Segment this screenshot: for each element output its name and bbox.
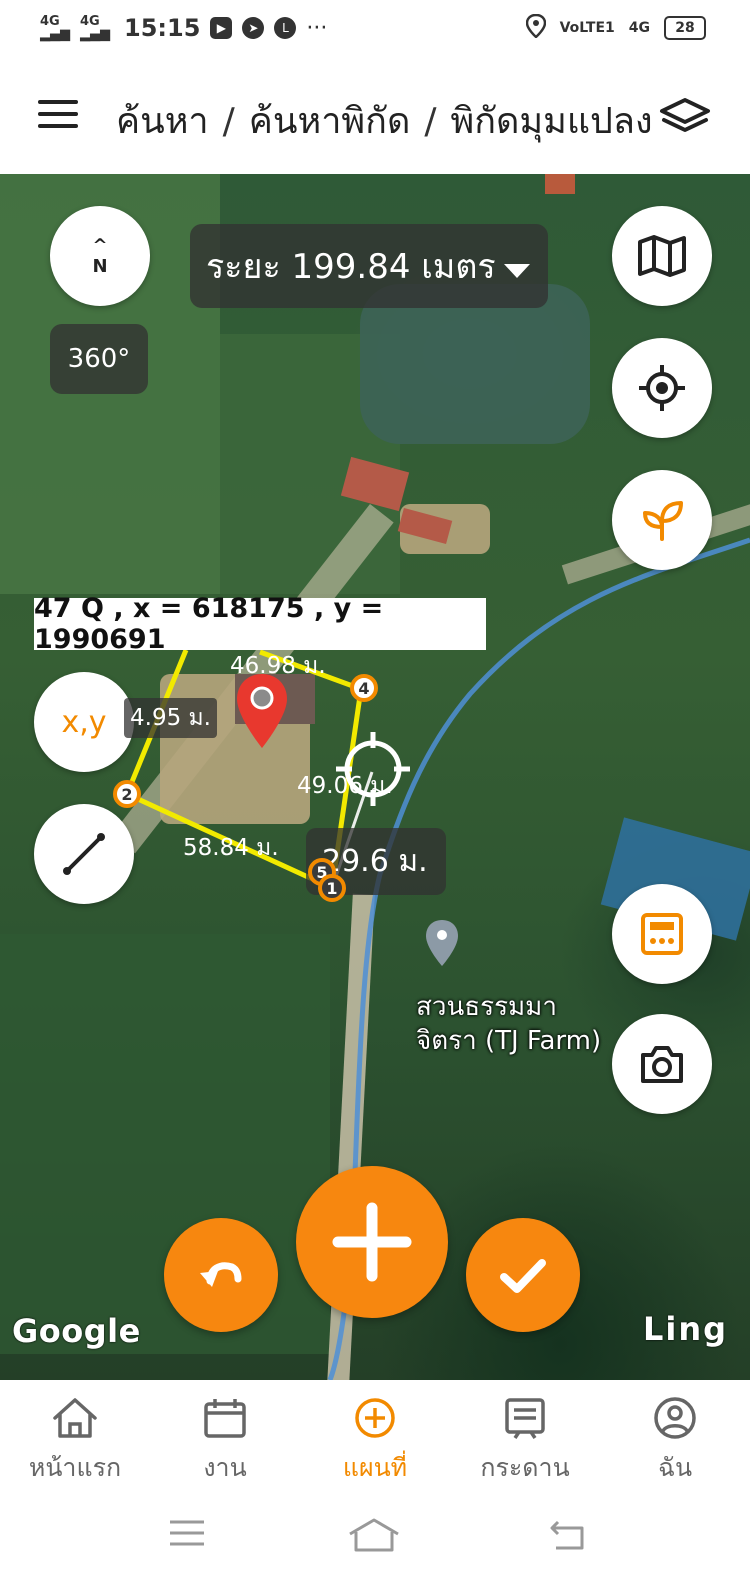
profile-icon [654, 1397, 696, 1439]
nav-board-label: กระดาน [480, 1453, 570, 1482]
confirm-button[interactable] [466, 1218, 580, 1332]
ling-logo: Ling [642, 1310, 728, 1348]
add-point-button[interactable] [296, 1166, 448, 1318]
board-icon [505, 1398, 545, 1439]
calculator-icon [641, 913, 683, 955]
coordinate-label: 47 Q , x = 618175 , y = 1990691 [34, 593, 486, 655]
home-icon [53, 1398, 97, 1438]
location-marker-icon[interactable] [234, 672, 290, 750]
nav-me[interactable]: ฉัน [600, 1380, 750, 1494]
lazada-icon: L [274, 17, 297, 39]
recent-apps-icon[interactable] [168, 1518, 206, 1548]
compass-label: N [92, 256, 108, 277]
plant-button[interactable] [612, 470, 712, 570]
crosshair-location-icon [639, 365, 685, 411]
add-circle-icon [355, 1398, 395, 1438]
location-icon [525, 13, 546, 42]
calculator-button[interactable] [612, 884, 712, 984]
dropdown-caret-icon [504, 264, 530, 278]
my-location-button[interactable] [612, 338, 712, 438]
vertex-marker[interactable]: 1 [318, 874, 346, 902]
battery-icon: 28 [664, 16, 706, 40]
nav-me-label: ฉัน [657, 1453, 693, 1482]
nav-home-label: หน้าแรก [28, 1453, 122, 1482]
system-navigation [0, 1494, 750, 1583]
youtube-icon: ▶ [210, 17, 233, 39]
breadcrumb-separator: / [222, 101, 235, 142]
menu-icon[interactable] [38, 100, 78, 132]
breadcrumb-search-coordinates[interactable]: ค้นหาพิกัด [249, 101, 411, 142]
plus-icon [332, 1202, 412, 1282]
nav-jobs-label: งาน [203, 1453, 247, 1482]
vertex-marker[interactable]: 4 [350, 674, 378, 702]
navigation-icon: ➤ [242, 17, 265, 39]
signal-icon-3: 4G [628, 20, 650, 36]
breadcrumb: ค้นหา / ค้นหาพิกัด / พิกัดมุมแปลง [116, 92, 653, 149]
layers-icon[interactable] [658, 96, 712, 140]
vertex-marker[interactable]: 2 [113, 780, 141, 808]
segment-length-label: 58.84 ม. [183, 835, 279, 861]
nav-board[interactable]: กระดาน [450, 1380, 600, 1494]
home-system-icon[interactable] [348, 1518, 400, 1552]
more-notifications-icon: ··· [306, 15, 328, 41]
volte-icon: VoLTE1 [559, 20, 615, 36]
signal-icon: 4G ▂▄▆ [40, 14, 70, 42]
map-view[interactable]: ^ N 360° ระยะ 199.84 เมตร 47 Q , x = 618… [0, 174, 750, 1380]
nav-map[interactable]: แผนที่ [300, 1380, 450, 1494]
google-logo: Google [12, 1312, 141, 1350]
poi-label[interactable]: สวนธรรมมา จิตรา (TJ Farm) [416, 990, 601, 1058]
undo-button[interactable] [164, 1218, 278, 1332]
camera-button[interactable] [612, 1014, 712, 1114]
clock: 15:15 [124, 14, 201, 42]
signal-icon-2: 4G ▂▄▆ [80, 14, 110, 42]
nav-map-label: แผนที่ [342, 1453, 408, 1482]
nav-home[interactable]: หน้าแรก [0, 1380, 150, 1494]
status-bar: 4G ▂▄▆ 4G ▂▄▆ 15:15 ▶ ➤ L ··· VoLTE1 4G 28 [0, 0, 750, 60]
breadcrumb-search[interactable]: ค้นหา [116, 101, 209, 142]
segment-length-label: 4.95 ม. [124, 698, 217, 738]
xy-button[interactable]: x,y [34, 672, 134, 772]
app-header: ค้นหา / ค้นหาพิกัด / พิกัดมุมแปลง [0, 60, 750, 174]
crosshair-target-icon [336, 732, 410, 806]
check-icon [500, 1259, 546, 1293]
compass-arrow-icon: ^ [92, 235, 108, 256]
sprout-icon [643, 501, 683, 541]
breadcrumb-separator: / [424, 101, 437, 142]
view-360-button[interactable]: 360° [50, 324, 148, 394]
map-type-button[interactable] [612, 206, 712, 306]
back-icon[interactable] [548, 1518, 586, 1550]
compass-button[interactable]: ^ N [50, 206, 150, 306]
bottom-navigation: หน้าแรก งาน แผนที่ กระดาน ฉัน [0, 1380, 750, 1494]
distance-dropdown[interactable]: ระยะ 199.84 เมตร [190, 224, 548, 308]
calendar-icon [204, 1399, 246, 1438]
line-tool-icon [63, 833, 105, 875]
undo-icon [200, 1262, 242, 1287]
poi-pin-icon[interactable] [424, 918, 460, 968]
map-icon [638, 235, 686, 277]
nav-jobs[interactable]: งาน [150, 1380, 300, 1494]
distance-label: ระยะ 199.84 เมตร [206, 247, 496, 287]
xy-button-label: x,y [61, 704, 107, 740]
camera-icon [641, 1046, 683, 1083]
breadcrumb-corner-coordinates: พิกัดมุมแปลง [450, 101, 653, 142]
measure-line-button[interactable] [34, 804, 134, 904]
